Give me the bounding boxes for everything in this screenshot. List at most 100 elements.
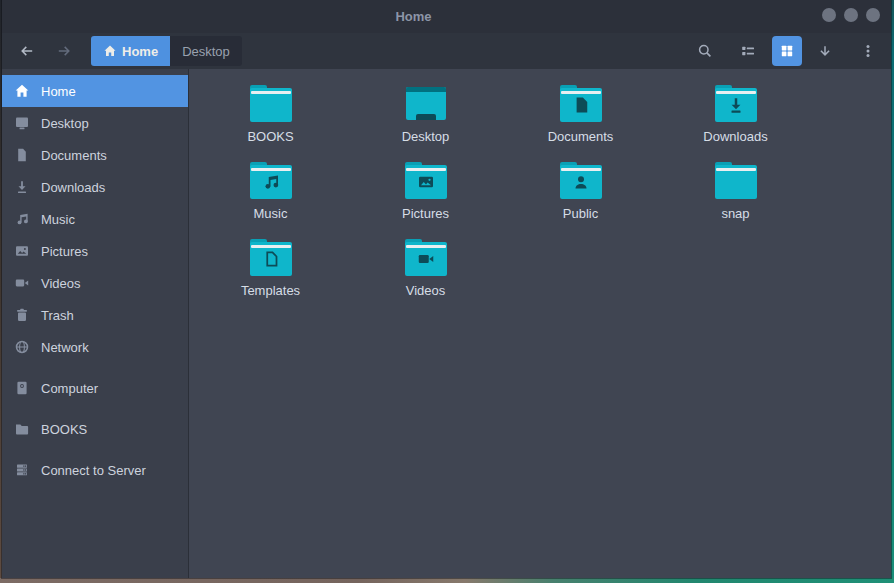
file-tile-pictures[interactable]: Pictures — [348, 156, 503, 233]
path-bar: Home Desktop — [91, 36, 242, 66]
file-label: Music — [254, 206, 288, 222]
server-icon — [14, 462, 30, 478]
file-tile-desktop[interactable]: Desktop — [348, 79, 503, 156]
folder-icon — [405, 239, 447, 276]
forward-button[interactable] — [52, 39, 76, 63]
file-label: Templates — [241, 283, 300, 299]
path-segment-desktop[interactable]: Desktop — [170, 36, 242, 66]
sidebar-item-computer[interactable]: Computer — [2, 372, 188, 404]
file-label: Downloads — [703, 129, 767, 145]
titlebar[interactable]: Home — [2, 0, 891, 33]
download-icon — [14, 179, 30, 195]
folder-icon — [14, 421, 30, 437]
file-tile-templates[interactable]: Templates — [193, 233, 348, 310]
video-emblem-icon — [416, 249, 436, 269]
folder-icon — [560, 162, 602, 199]
file-tile-snap[interactable]: snap — [658, 156, 813, 233]
sidebar: Home Desktop Documents Downloads Music Pictur… — [2, 69, 189, 578]
file-label: Documents — [548, 129, 614, 145]
arrow-down-icon — [817, 43, 833, 59]
sidebar-item-label: Home — [41, 84, 76, 99]
sidebar-item-label: Documents — [41, 148, 107, 163]
file-label: Public — [563, 206, 598, 222]
file-label: BOOKS — [247, 129, 293, 145]
arrow-right-icon — [56, 43, 72, 59]
sidebar-item-trash[interactable]: Trash — [2, 299, 188, 331]
sidebar-item-books[interactable]: BOOKS — [2, 413, 188, 445]
desktop-icon — [14, 115, 30, 131]
folder-icon — [250, 85, 292, 122]
path-segment-home[interactable]: Home — [91, 36, 170, 66]
document-icon — [14, 147, 30, 163]
folder-icon — [250, 162, 292, 199]
grid-view-button[interactable] — [772, 36, 802, 66]
desktop-monitor-icon — [405, 85, 447, 122]
document-emblem-icon — [571, 95, 591, 115]
sidebar-item-label: Desktop — [41, 116, 89, 131]
sidebar-item-label: Music — [41, 212, 75, 227]
sidebar-item-connect-to-server[interactable]: Connect to Server — [2, 454, 188, 486]
sidebar-section-2: Computer BOOKS Connect to Server — [2, 372, 188, 486]
file-view: BOOKS Desktop Documents Downloads Music Pictu… — [189, 69, 891, 578]
video-icon — [14, 275, 30, 291]
file-tile-downloads[interactable]: Downloads — [658, 79, 813, 156]
file-label: Pictures — [402, 206, 449, 222]
folder-icon — [715, 85, 757, 122]
sidebar-item-desktop[interactable]: Desktop — [2, 107, 188, 139]
folder-icon — [250, 239, 292, 276]
file-manager-window: Home Home Desktop Home Desktop Documents Do… — [2, 0, 891, 578]
file-label: Desktop — [402, 129, 450, 145]
desktop-edge-bottom — [0, 578, 894, 583]
sidebar-item-label: Videos — [41, 276, 81, 291]
sidebar-item-home[interactable]: Home — [2, 75, 188, 107]
sidebar-section-1: Home Desktop Documents Downloads Music Pictur… — [2, 75, 188, 363]
network-icon — [14, 339, 30, 355]
sidebar-item-label: Computer — [41, 381, 98, 396]
list-view-button[interactable] — [736, 39, 760, 63]
sidebar-item-label: Trash — [41, 308, 74, 323]
path-segment-label: Home — [122, 44, 158, 59]
sidebar-item-network[interactable]: Network — [2, 331, 188, 363]
search-button[interactable] — [693, 39, 717, 63]
sort-button[interactable] — [813, 39, 837, 63]
sidebar-item-label: Connect to Server — [41, 463, 146, 478]
window-button-2[interactable] — [844, 8, 858, 22]
grid-view-icon — [779, 43, 795, 59]
window-title: Home — [2, 0, 825, 33]
sidebar-item-documents[interactable]: Documents — [2, 139, 188, 171]
trash-icon — [14, 307, 30, 323]
home-icon — [14, 83, 30, 99]
sidebar-item-music[interactable]: Music — [2, 203, 188, 235]
file-label: snap — [721, 206, 749, 222]
template-emblem-icon — [261, 249, 281, 269]
file-tile-music[interactable]: Music — [193, 156, 348, 233]
search-icon — [697, 43, 713, 59]
picture-icon — [14, 243, 30, 259]
file-tile-documents[interactable]: Documents — [503, 79, 658, 156]
sidebar-item-downloads[interactable]: Downloads — [2, 171, 188, 203]
sidebar-item-label: BOOKS — [41, 422, 87, 437]
sidebar-item-videos[interactable]: Videos — [2, 267, 188, 299]
window-content: Home Desktop Documents Downloads Music Pictur… — [2, 69, 891, 578]
window-controls — [822, 8, 880, 22]
file-tile-videos[interactable]: Videos — [348, 233, 503, 310]
menu-button[interactable] — [856, 39, 880, 63]
music-emblem-icon — [261, 172, 281, 192]
list-view-icon — [740, 43, 756, 59]
home-icon — [103, 44, 117, 58]
file-tile-books[interactable]: BOOKS — [193, 79, 348, 156]
music-icon — [14, 211, 30, 227]
sidebar-item-pictures[interactable]: Pictures — [2, 235, 188, 267]
window-button-3[interactable] — [866, 8, 880, 22]
sidebar-item-label: Downloads — [41, 180, 105, 195]
path-segment-label: Desktop — [182, 44, 230, 59]
file-tile-public[interactable]: Public — [503, 156, 658, 233]
back-button[interactable] — [15, 39, 39, 63]
file-grid: BOOKS Desktop Documents Downloads Music Pictu… — [193, 79, 815, 310]
folder-icon — [715, 162, 757, 199]
user-emblem-icon — [571, 172, 591, 192]
arrow-left-icon — [19, 43, 35, 59]
kebab-menu-icon — [860, 43, 876, 59]
window-button-1[interactable] — [822, 8, 836, 22]
sidebar-item-label: Pictures — [41, 244, 88, 259]
